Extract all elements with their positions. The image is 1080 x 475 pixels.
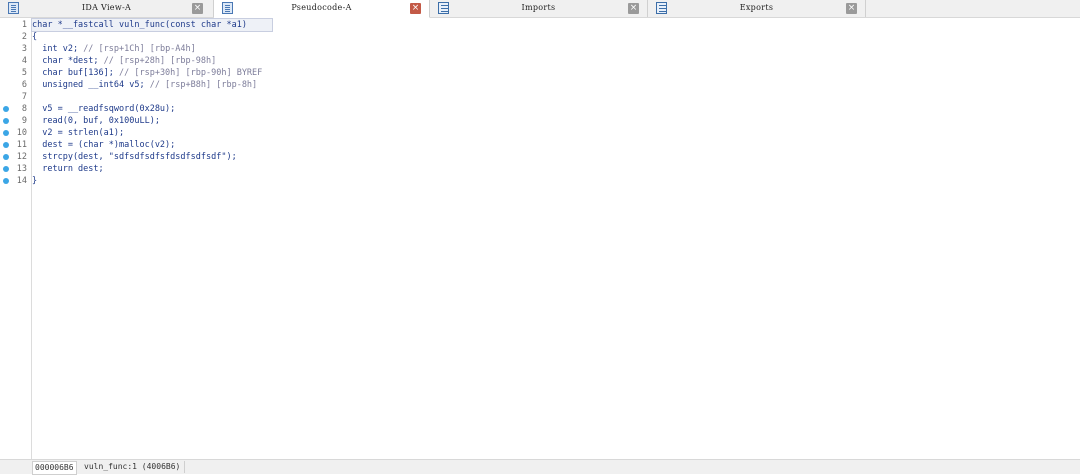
code-text: read(0, buf, 0x100uLL); xyxy=(32,116,160,126)
code-text: unsigned __int64 v5; xyxy=(32,80,150,90)
close-icon[interactable]: × xyxy=(846,3,857,14)
line-number: 13 xyxy=(16,164,27,174)
code-text: v2 = strlen(a1); xyxy=(32,128,125,138)
breakpoint-dot-icon[interactable] xyxy=(3,142,9,148)
line-number: 14 xyxy=(16,176,27,186)
line-number: 7 xyxy=(21,92,27,102)
line-number: 8 xyxy=(21,104,27,114)
code-text: char buf[136]; xyxy=(32,68,119,78)
code-comment: // [rsp+28h] [rbp-98h] xyxy=(103,56,217,66)
line-number: 1 xyxy=(21,20,27,30)
breakpoint-dot-icon[interactable] xyxy=(3,106,9,112)
code-line[interactable]: return dest; xyxy=(32,163,104,175)
code-line[interactable]: v2 = strlen(a1); xyxy=(32,127,124,139)
gutter-row[interactable]: 8 xyxy=(0,103,31,115)
gutter-row[interactable]: 12 xyxy=(0,151,31,163)
code-text: return dest; xyxy=(32,164,104,174)
code-text: } xyxy=(32,176,38,186)
code-line[interactable]: char *dest; // [rsp+28h] [rbp-98h] xyxy=(32,55,216,67)
gutter-row[interactable]: 10 xyxy=(0,127,31,139)
close-icon[interactable]: × xyxy=(192,3,203,14)
line-number-gutter[interactable]: 1 2 3 4 5 6 7 8 9 10 11 12 13 14 xyxy=(0,18,32,459)
line-number: 10 xyxy=(16,128,27,138)
tab-exports-label: Exports xyxy=(739,3,774,12)
gutter-row[interactable]: 7 xyxy=(0,91,31,103)
line-number: 3 xyxy=(21,44,27,54)
code-text: dest = (char *)malloc(v2); xyxy=(32,140,176,150)
code-line[interactable]: read(0, buf, 0x100uLL); xyxy=(32,115,160,127)
tab-ida-view-label: IDA View-A xyxy=(81,3,132,12)
status-location: vuln_func:1 (4006B6) xyxy=(80,461,186,473)
breakpoint-dot-icon[interactable] xyxy=(3,118,9,124)
tab-exports[interactable]: Exports × xyxy=(648,0,866,17)
code-line[interactable]: unsigned __int64 v5; // [rsp+B8h] [rbp-8… xyxy=(32,79,257,91)
line-number: 9 xyxy=(21,116,27,126)
code-line[interactable]: dest = (char *)malloc(v2); xyxy=(32,139,175,151)
breakpoint-dot-icon[interactable] xyxy=(3,130,9,136)
code-line[interactable]: } xyxy=(32,175,37,187)
code-line[interactable]: strcpy(dest, "sdfsdfsdfsfdsdfsdfsdf"); xyxy=(32,151,237,163)
code-line[interactable]: int v2; // [rsp+1Ch] [rbp-A4h] xyxy=(32,43,196,55)
tab-imports[interactable]: Imports × xyxy=(430,0,648,17)
tab-pseudocode-label: Pseudocode-A xyxy=(291,3,352,12)
breakpoint-dot-icon[interactable] xyxy=(3,154,9,160)
tab-bar: IDA View-A × Pseudocode-A × Imports × Ex… xyxy=(0,0,1080,18)
gutter-row[interactable]: 6 xyxy=(0,79,31,91)
tab-pseudocode[interactable]: Pseudocode-A × xyxy=(214,0,430,18)
line-number: 11 xyxy=(16,140,27,150)
gutter-row[interactable]: 11 xyxy=(0,139,31,151)
gutter-row[interactable]: 2 xyxy=(0,31,31,43)
line-number: 2 xyxy=(21,32,27,42)
code-line[interactable]: { xyxy=(32,31,37,43)
close-icon[interactable]: × xyxy=(628,3,639,14)
gutter-row[interactable]: 5 xyxy=(0,67,31,79)
gutter-row[interactable]: 3 xyxy=(0,43,31,55)
code-text: v5 = __readfsqword(0x28u); xyxy=(32,104,176,114)
breakpoint-dot-icon[interactable] xyxy=(3,178,9,184)
gutter-row[interactable]: 13 xyxy=(0,163,31,175)
code-text: char *__fastcall vuln_func(const char *a… xyxy=(32,20,247,30)
code-line[interactable]: char buf[136]; // [rsp+30h] [rbp-90h] BY… xyxy=(32,67,262,79)
code-comment: // [rsp+30h] [rbp-90h] BYREF xyxy=(119,68,263,78)
code-line[interactable]: v5 = __readfsqword(0x28u); xyxy=(32,103,175,115)
tab-ida-view[interactable]: IDA View-A × xyxy=(0,0,214,17)
code-text: char *dest; xyxy=(32,56,104,66)
close-icon[interactable]: × xyxy=(410,3,421,14)
status-bar: 000006B6 vuln_func:1 (4006B6) xyxy=(0,459,1080,475)
gutter-row[interactable]: 9 xyxy=(0,115,31,127)
breakpoint-dot-icon[interactable] xyxy=(3,166,9,172)
gutter-row[interactable]: 14 xyxy=(0,175,31,187)
line-number: 5 xyxy=(21,68,27,78)
gutter-row[interactable]: 4 xyxy=(0,55,31,67)
code-comment: // [rsp+B8h] [rbp-8h] xyxy=(149,80,258,90)
code-line[interactable]: char *__fastcall vuln_func(const char *a… xyxy=(31,18,273,32)
code-comment: // [rsp+1Ch] [rbp-A4h] xyxy=(83,44,196,54)
code-text: int v2; xyxy=(32,44,84,54)
pseudocode-editor[interactable]: char *__fastcall vuln_func(const char *a… xyxy=(31,18,1080,459)
line-number: 4 xyxy=(21,56,27,66)
code-text: { xyxy=(32,32,38,42)
gutter-row[interactable]: 1 xyxy=(0,19,31,31)
line-number: 12 xyxy=(16,152,27,162)
line-number: 6 xyxy=(21,80,27,90)
code-text: strcpy(dest, "sdfsdfsdfsfdsdfsdfsdf"); xyxy=(32,152,237,162)
tab-imports-label: Imports xyxy=(521,3,556,12)
